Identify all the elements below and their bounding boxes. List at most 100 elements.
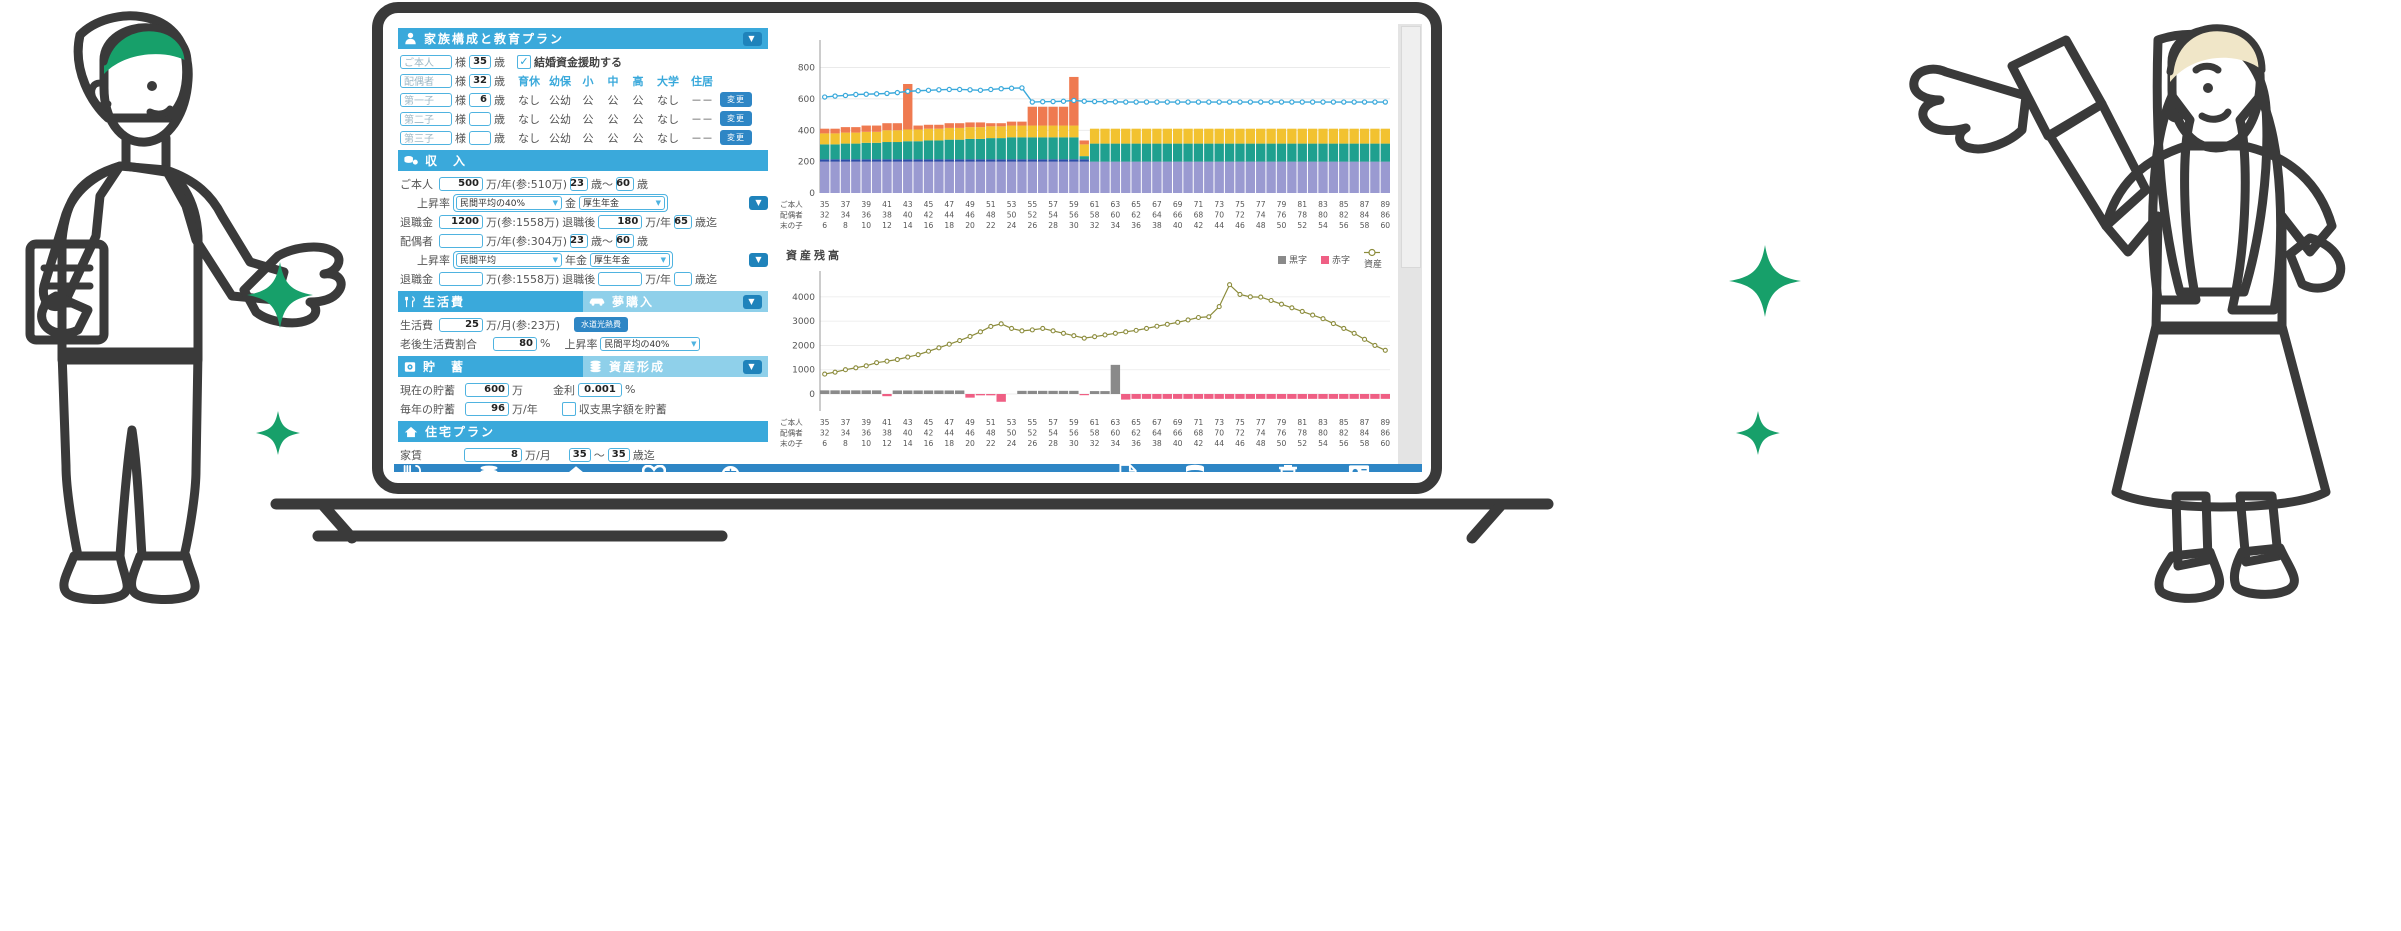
change-button[interactable]: 変更 bbox=[720, 130, 752, 145]
chevron-down-icon[interactable]: ▼ bbox=[661, 256, 666, 264]
income-self-label: ご本人 bbox=[400, 177, 433, 191]
edu-value-kou[interactable]: 公 bbox=[627, 130, 649, 146]
section-header-housing[interactable]: 住宅プラン bbox=[398, 421, 768, 442]
living-cost-input[interactable]: 25 bbox=[439, 317, 483, 332]
toolbar-button-living-detail[interactable]: 生活費明細 bbox=[400, 464, 474, 472]
member-age-input[interactable]: 32 bbox=[469, 73, 491, 88]
svg-text:51: 51 bbox=[986, 418, 996, 427]
toolbar-button-housing-loan[interactable]: 住宅ローン bbox=[564, 465, 638, 472]
savings-current-input[interactable]: 600 bbox=[465, 382, 509, 397]
rent-input[interactable]: 8 bbox=[464, 447, 522, 462]
income-self-rate-select[interactable]: 民間平均の40% ▼ bbox=[456, 195, 562, 210]
svg-text:54: 54 bbox=[1318, 439, 1328, 448]
income-self-age-from-input[interactable]: 23 bbox=[570, 176, 588, 191]
section-header-dream[interactable]: 夢購入 ▼ bbox=[583, 291, 768, 312]
toolbar-button-pdf-export[interactable]: PDF PDF出力 bbox=[1118, 464, 1182, 472]
chevron-down-icon[interactable]: ▼ bbox=[749, 252, 768, 267]
edu-value-kou[interactable]: 公 bbox=[627, 92, 649, 108]
chevron-down-icon[interactable]: ▼ bbox=[691, 340, 696, 348]
living-rate-select[interactable]: 民間平均の40% ▼ bbox=[600, 336, 701, 351]
edu-value-youho[interactable]: 公幼 bbox=[546, 92, 574, 108]
member-name-input[interactable]: 第一子 bbox=[400, 92, 452, 107]
pdf-icon: PDF bbox=[1119, 464, 1137, 472]
income-self-after-age-input[interactable]: 65 bbox=[674, 214, 693, 229]
income-spouse-amount-input[interactable] bbox=[439, 233, 483, 248]
chevron-down-icon[interactable]: ▼ bbox=[749, 195, 768, 210]
edu-value-daigaku[interactable]: なし bbox=[652, 130, 684, 146]
edu-value-ikukyu[interactable]: なし bbox=[515, 130, 543, 146]
svg-text:56: 56 bbox=[1339, 439, 1349, 448]
toolbar-button-clear-screen[interactable]: 画面クリア bbox=[1278, 464, 1346, 472]
income-self-age-to-input[interactable]: 60 bbox=[616, 176, 634, 191]
change-button[interactable]: 変更 bbox=[720, 92, 752, 107]
edu-value-youho[interactable]: 公幼 bbox=[546, 111, 574, 127]
income-spouse-age-from-input[interactable]: 23 bbox=[570, 233, 588, 248]
edu-value-chu[interactable]: 公 bbox=[602, 92, 624, 108]
toolbar-button-insurance-plan[interactable]: 保障プラン bbox=[642, 464, 716, 472]
income-self-after-age-unit: 歳迄 bbox=[695, 215, 718, 229]
chevron-down-icon[interactable]: ▼ bbox=[656, 199, 661, 207]
scrollbar-thumb[interactable] bbox=[1401, 26, 1421, 268]
change-button[interactable]: 変更 bbox=[720, 111, 752, 126]
rent-age-to-input[interactable]: 35 bbox=[607, 447, 630, 462]
edu-value-jukyo[interactable]: －－ bbox=[687, 130, 717, 146]
member-name-input[interactable]: ご本人 bbox=[400, 54, 452, 69]
edu-value-ikukyu[interactable]: なし bbox=[515, 111, 543, 127]
edu-value-sho[interactable]: 公 bbox=[577, 111, 599, 127]
edu-value-sho[interactable]: 公 bbox=[577, 92, 599, 108]
income-spouse-after-input[interactable] bbox=[598, 271, 643, 286]
member-age-input[interactable]: 35 bbox=[469, 54, 491, 69]
surplus-savings-checkbox[interactable] bbox=[561, 401, 576, 416]
chevron-down-icon[interactable]: ▼ bbox=[553, 256, 558, 264]
member-name-input[interactable]: 第三子 bbox=[400, 130, 452, 145]
marriage-support-checkbox[interactable]: ✓ bbox=[517, 54, 531, 69]
elder-ratio-input[interactable]: 80 bbox=[493, 336, 537, 351]
section-header-savings[interactable]: 貯 蓄 bbox=[398, 356, 583, 377]
toolbar-button-my-page[interactable]: マイページ bbox=[1348, 464, 1416, 472]
income-spouse-rate-select[interactable]: 民間平均 ▼ bbox=[456, 252, 562, 267]
chevron-down-icon[interactable]: ▼ bbox=[553, 199, 558, 207]
income-self-amount-input[interactable]: 500 bbox=[439, 176, 483, 191]
edu-value-daigaku[interactable]: なし bbox=[652, 92, 684, 108]
member-age-input[interactable]: 6 bbox=[469, 92, 491, 107]
income-spouse-retire-input[interactable] bbox=[439, 271, 483, 286]
vertical-scrollbar[interactable] bbox=[1398, 24, 1422, 464]
edu-value-chu[interactable]: 公 bbox=[602, 130, 624, 146]
utilities-button[interactable]: 水道光熱費 bbox=[574, 317, 628, 332]
toolbar-button-pension-notice[interactable]: ねんきん定期便 bbox=[720, 465, 808, 472]
edu-value-sho[interactable]: 公 bbox=[577, 130, 599, 146]
chevron-down-icon[interactable]: ▼ bbox=[743, 294, 762, 309]
toolbar-button-data-load-save[interactable]: データ読込・保存 bbox=[1184, 464, 1276, 472]
income-spouse-age-to-input[interactable]: 60 bbox=[616, 233, 634, 248]
edu-value-ikukyu[interactable]: なし bbox=[515, 92, 543, 108]
svg-text:64: 64 bbox=[1152, 211, 1162, 220]
interest-input[interactable]: 0.001 bbox=[578, 382, 622, 397]
income-self-retire-input[interactable]: 1200 bbox=[439, 214, 483, 229]
edu-value-jukyo[interactable]: －－ bbox=[687, 92, 717, 108]
income-spouse-pension-select[interactable]: 厚生年金 ▼ bbox=[590, 252, 670, 267]
edu-value-daigaku[interactable]: なし bbox=[652, 111, 684, 127]
svg-text:81: 81 bbox=[1297, 200, 1307, 209]
member-name-input[interactable]: 第二子 bbox=[400, 111, 452, 126]
edu-value-kou[interactable]: 公 bbox=[627, 111, 649, 127]
member-age-input[interactable] bbox=[469, 130, 491, 145]
chevron-down-icon[interactable]: ▼ bbox=[743, 31, 762, 46]
edu-value-youho[interactable]: 公幼 bbox=[546, 130, 574, 146]
income-spouse-after-age-input[interactable] bbox=[674, 271, 693, 286]
section-header-family[interactable]: 家族構成と教育プラン ▼ bbox=[398, 28, 768, 49]
laptop-illustration: 家族構成と教育プラン ▼ ご本人 様 35 歳 ✓ 結婚資金援助する 配偶者 様 bbox=[262, 0, 1562, 560]
edu-value-jukyo[interactable]: －－ bbox=[687, 111, 717, 127]
member-age-input[interactable] bbox=[469, 111, 491, 126]
svg-text:58: 58 bbox=[1360, 221, 1370, 230]
income-self-after-input[interactable]: 180 bbox=[598, 214, 643, 229]
edu-value-chu[interactable]: 公 bbox=[602, 111, 624, 127]
section-header-assets[interactable]: 資産形成 ▼ bbox=[583, 356, 768, 377]
section-header-living[interactable]: 生活費 bbox=[398, 291, 583, 312]
savings-yearly-input[interactable]: 96 bbox=[465, 401, 509, 416]
member-name-input[interactable]: 配偶者 bbox=[400, 73, 452, 88]
section-header-income[interactable]: 収 入 bbox=[398, 150, 768, 171]
rent-age-from-input[interactable]: 35 bbox=[568, 447, 591, 462]
chevron-down-icon[interactable]: ▼ bbox=[743, 359, 762, 374]
toolbar-button-asset-detail[interactable]: 資産形成明細 bbox=[478, 465, 560, 472]
income-self-pension-select[interactable]: 厚生年金 ▼ bbox=[579, 195, 665, 210]
